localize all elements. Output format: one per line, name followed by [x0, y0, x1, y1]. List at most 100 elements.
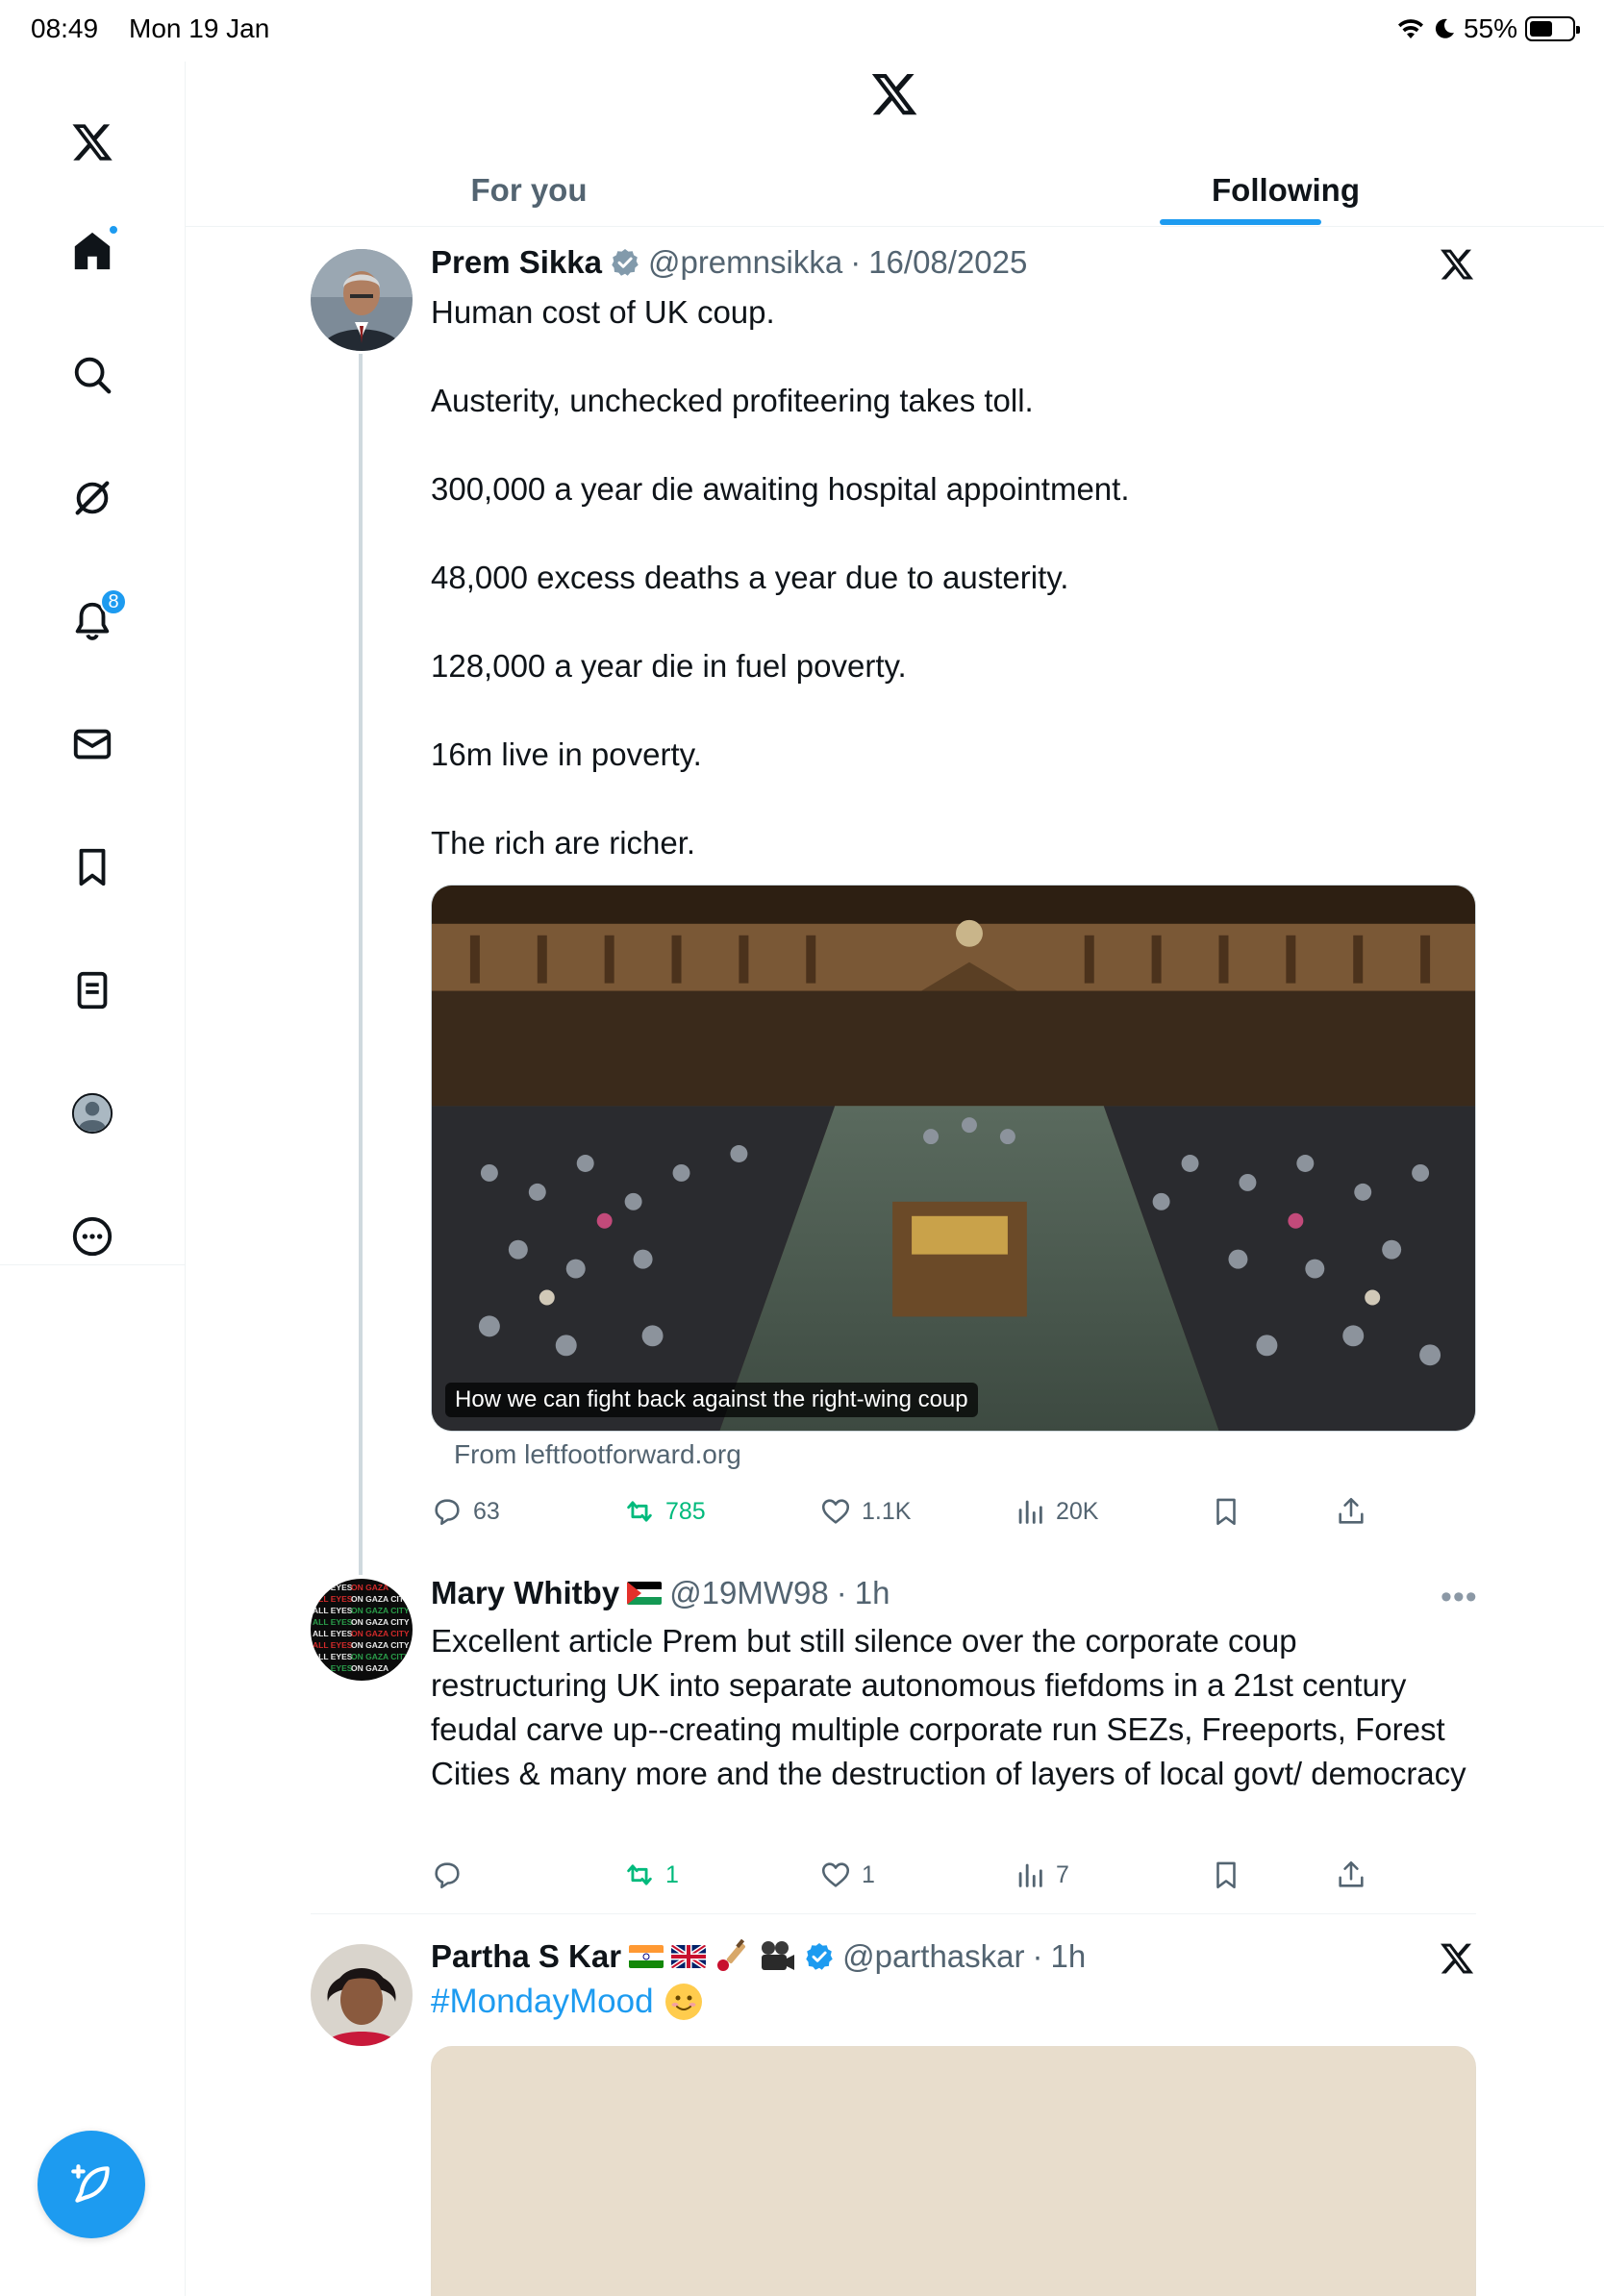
palestine-flag-icon — [627, 1582, 663, 1605]
author-handle[interactable]: @premnsikka — [648, 244, 842, 281]
timeline-tabs: For you Following — [186, 154, 1604, 227]
reply-icon — [435, 1862, 460, 1889]
post-header: Partha S Kar @parthaskar · 1h — [431, 1938, 1086, 1975]
svg-text:ON GAZA CITY: ON GAZA CITY — [351, 1594, 410, 1604]
post-timestamp[interactable]: 16/08/2025 — [868, 244, 1027, 281]
svg-text:ON GAZA CITY: ON GAZA CITY — [351, 1640, 410, 1650]
svg-text:ALL EYES: ALL EYES — [313, 1663, 353, 1673]
battery-icon — [1525, 16, 1580, 41]
post-actions: 63 785 1.1K 20K — [431, 1488, 1392, 1535]
repost-button[interactable]: 1 — [623, 1852, 679, 1898]
grok-icon — [75, 481, 110, 515]
compose-feather-icon — [71, 2164, 110, 2203]
post-timestamp[interactable]: 1h — [855, 1575, 890, 1611]
repost-count: 1 — [665, 1860, 679, 1888]
views-chart-icon — [1018, 1500, 1042, 1524]
view-count: 7 — [1056, 1860, 1069, 1888]
nav-home[interactable] — [58, 216, 127, 286]
status-time: 08:49 — [31, 13, 99, 43]
x-logo-icon[interactable] — [58, 108, 127, 177]
x-logo-icon — [1441, 249, 1474, 280]
separator-dot: · — [836, 1575, 847, 1610]
nav-explore[interactable] — [58, 340, 127, 410]
verified-badge-icon — [612, 249, 639, 276]
views-chart-icon — [1018, 1863, 1042, 1887]
nav-profile[interactable] — [58, 1079, 127, 1148]
post-timestamp[interactable]: 1h — [1051, 1938, 1087, 1975]
thread-connector-line — [359, 354, 363, 1575]
uk-flag-icon — [671, 1945, 707, 1968]
like-button[interactable]: 1 — [819, 1852, 875, 1898]
more-circle-icon — [72, 1216, 113, 1257]
link-card-caption: How we can fight back against the right-… — [445, 1383, 978, 1417]
hashtag-link[interactable]: #MondayMood — [431, 1983, 654, 2021]
reply-button[interactable]: 63 — [431, 1488, 500, 1535]
post-text: Excellent article Prem but still silence… — [431, 1623, 1466, 1791]
status-bar: 08:49 Mon 19 Jan 55% — [0, 0, 1604, 62]
author-name[interactable]: Mary Whitby — [431, 1575, 619, 1611]
share-button[interactable] — [1335, 1488, 1367, 1535]
post-header: Mary Whitby @19MW98 · 1h — [431, 1575, 890, 1611]
svg-text:ALL EYES: ALL EYES — [313, 1652, 353, 1661]
nav-notifications[interactable]: 8 — [58, 586, 127, 656]
bookmark-icon — [79, 848, 106, 886]
list-icon — [77, 971, 108, 1010]
svg-text:ALL EYES: ALL EYES — [313, 1617, 353, 1627]
notifications-badge: 8 — [100, 588, 127, 615]
nav-grok[interactable] — [58, 463, 127, 533]
battery-level — [1530, 21, 1553, 37]
reply-button[interactable] — [431, 1852, 464, 1898]
home-icon — [74, 232, 111, 270]
views-button[interactable]: 20K — [1014, 1488, 1098, 1535]
cricket-icon — [717, 1939, 746, 1971]
avatar[interactable] — [311, 249, 413, 351]
movie-camera-icon — [762, 1941, 795, 1970]
x-logo-icon — [1441, 1943, 1474, 1974]
post-paragraph: Austerity, unchecked profiteering takes … — [431, 383, 1034, 418]
tab-for-you[interactable]: For you — [186, 154, 872, 227]
nav-lists[interactable] — [58, 956, 127, 1025]
verified-badge-icon — [806, 1943, 833, 1970]
nav-bookmarks[interactable] — [58, 833, 127, 902]
share-icon — [1339, 1497, 1364, 1524]
svg-text:ALL EYES: ALL EYES — [313, 1583, 353, 1592]
post-divider — [311, 1913, 1476, 1914]
like-button[interactable]: 1.1K — [819, 1488, 911, 1535]
repost-button[interactable]: 785 — [623, 1488, 706, 1535]
like-count: 1 — [862, 1860, 875, 1888]
heart-icon — [821, 1499, 850, 1524]
reply-icon — [435, 1499, 460, 1526]
svg-text:ALL EYES: ALL EYES — [313, 1606, 353, 1615]
post-paragraph: 300,000 a year die awaiting hospital app… — [431, 471, 1130, 507]
sidebar: 8 — [0, 62, 186, 2296]
link-card-image[interactable]: How we can fight back against the right-… — [431, 885, 1476, 1432]
post-image[interactable] — [431, 2046, 1476, 2296]
link-source[interactable]: From leftfootforward.org — [454, 1439, 741, 1470]
sidebar-divider — [0, 1264, 186, 1265]
post-paragraph: 128,000 a year die in fuel poverty. — [431, 648, 907, 684]
avatar[interactable] — [311, 1944, 413, 2046]
nav-more[interactable] — [58, 1202, 127, 1271]
post-paragraph: 48,000 excess deaths a year due to auste… — [431, 560, 1069, 595]
share-button[interactable] — [1335, 1852, 1367, 1898]
tab-following[interactable]: Following — [872, 154, 1604, 227]
svg-text:ON GAZA CITY: ON GAZA CITY — [351, 1617, 410, 1627]
view-count: 20K — [1056, 1497, 1099, 1525]
more-options-icon[interactable]: ••• — [1441, 1579, 1478, 1616]
post-paragraph: Human cost of UK coup. — [431, 294, 775, 330]
svg-text:ON GAZA: ON GAZA — [351, 1663, 388, 1673]
compose-post-button[interactable] — [38, 2131, 145, 2238]
avatar[interactable]: ALL EYES ON GAZA ALL EYES ON GAZA CITY ALL… — [311, 1579, 413, 1681]
author-name[interactable]: Partha S Kar — [431, 1938, 621, 1975]
post-text: #MondayMood — [431, 1983, 702, 2021]
svg-text:ALL EYES: ALL EYES — [313, 1629, 353, 1638]
x-logo-icon[interactable] — [869, 69, 919, 119]
author-name[interactable]: Prem Sikka — [431, 244, 602, 281]
author-handle[interactable]: @19MW98 — [669, 1575, 829, 1611]
svg-text:ALL EYES: ALL EYES — [313, 1640, 353, 1650]
bookmark-button[interactable] — [1210, 1488, 1242, 1535]
bookmark-button[interactable] — [1210, 1852, 1242, 1898]
views-button[interactable]: 7 — [1014, 1852, 1069, 1898]
author-handle[interactable]: @parthaskar — [842, 1938, 1024, 1975]
nav-messages[interactable] — [58, 710, 127, 779]
